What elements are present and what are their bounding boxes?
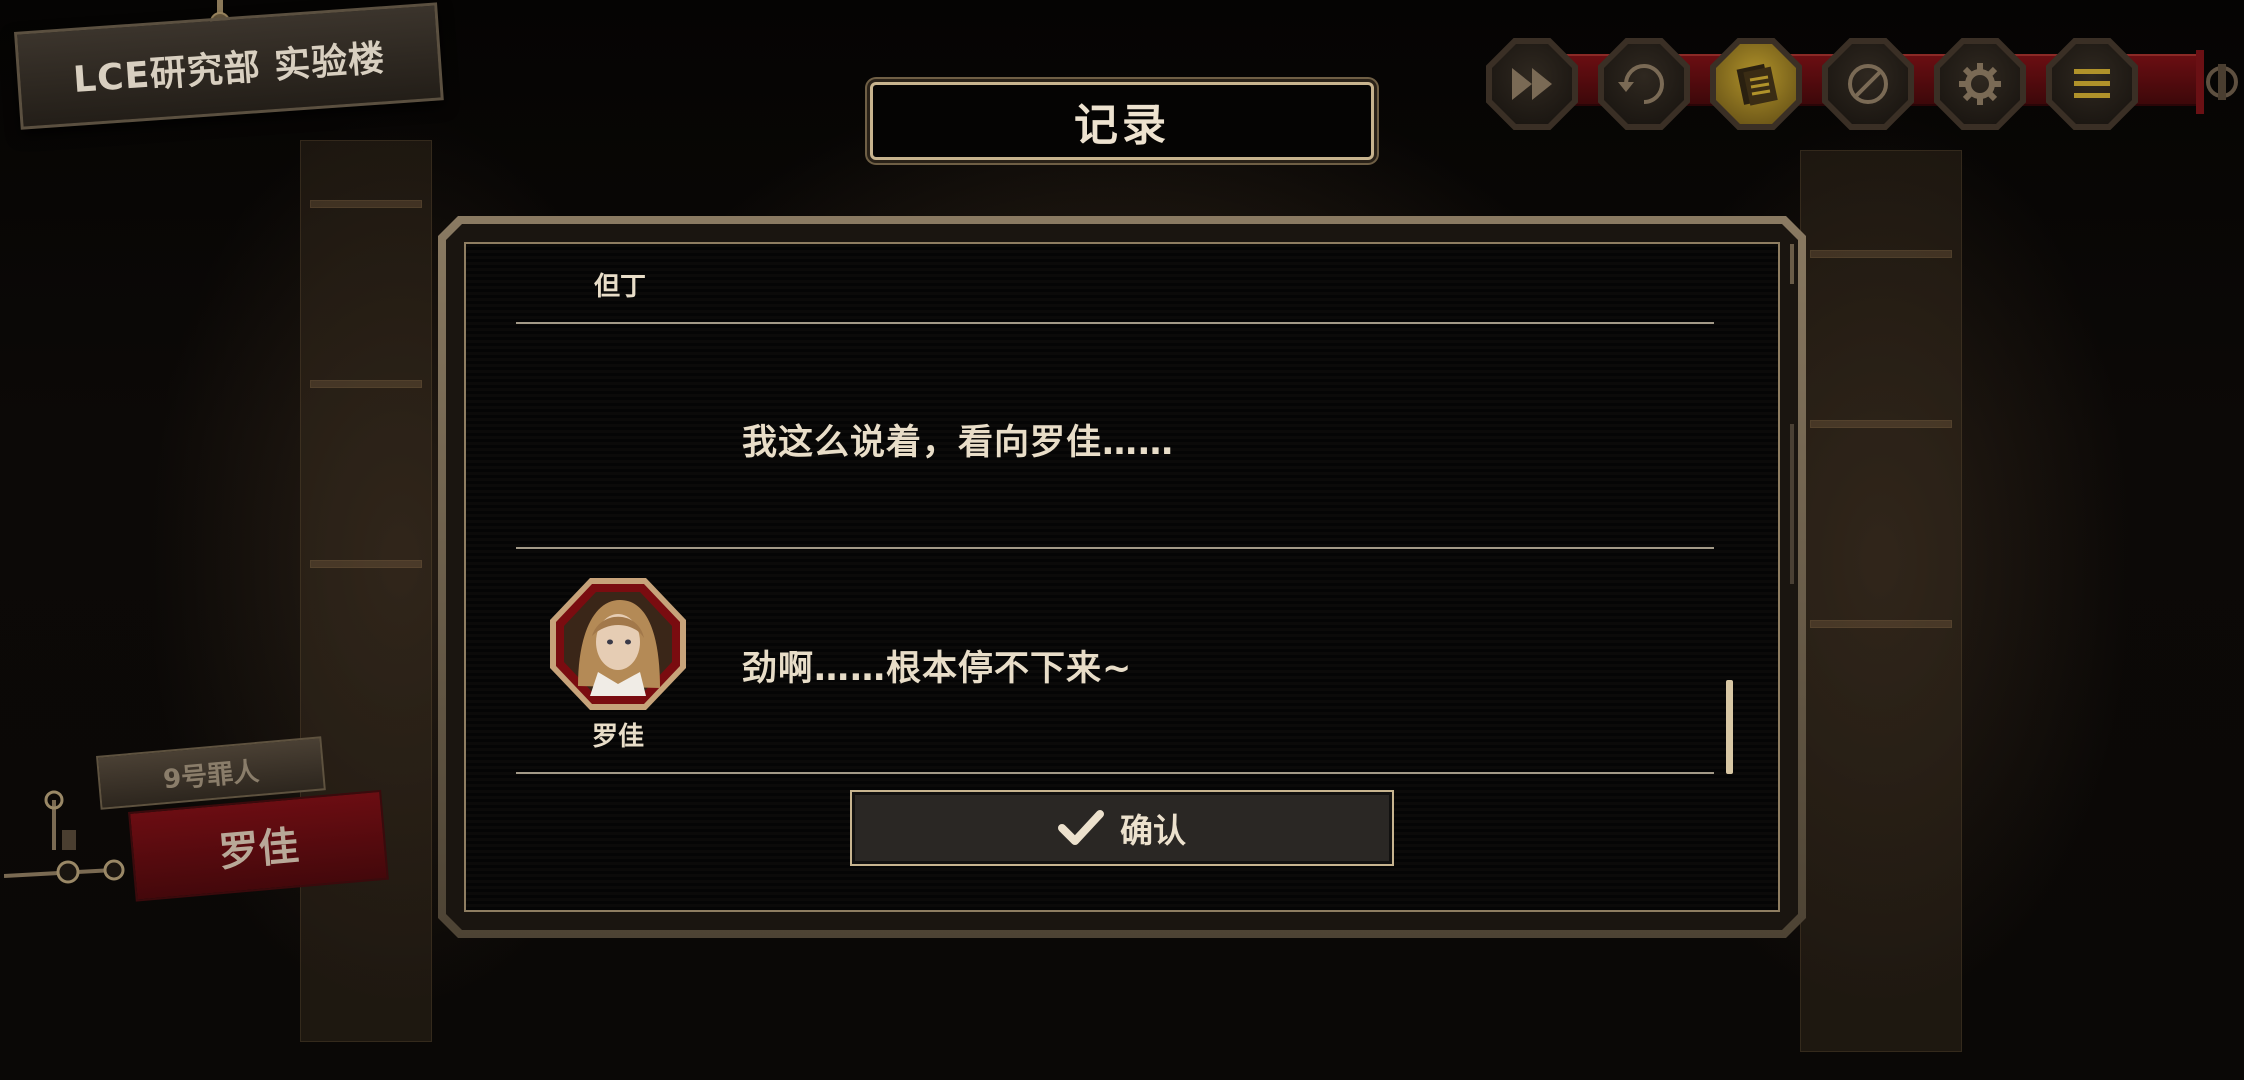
entry-divider [516,547,1714,549]
panel-side-notch-icon [1790,244,1794,584]
log-title-plate: 记录 [870,82,1374,160]
settings-button[interactable] [1934,38,2026,130]
shelf-board [310,200,422,208]
entry-divider [516,772,1714,774]
log-title: 记录 [1074,100,1170,151]
log-entry-text: 我这么说着，看向罗佳…… [742,423,1175,463]
shelf-board [1810,420,1952,428]
confirm-label: 确认 [1120,811,1186,850]
hide-ui-icon [1848,64,1888,104]
bookshelf-right [1800,150,1962,1052]
auto-play-icon [1618,64,1664,104]
log-scrollbar[interactable] [1726,680,1733,774]
fast-forward-button[interactable] [1486,38,1578,130]
shelf-board [1810,620,1952,628]
bookshelf-left [300,140,432,1042]
gear-icon [1959,63,2001,105]
rodion-portrait-icon [550,578,686,710]
log-document-icon [1736,63,1778,106]
hide-ui-button[interactable] [1822,38,1914,130]
menu-button[interactable] [2046,38,2138,130]
menu-icon [2074,69,2110,98]
fast-forward-icon [1512,68,1552,100]
character-subtitle: 9号罪人 [161,756,261,795]
shelf-board [310,380,422,388]
auto-play-button[interactable] [1598,38,1690,130]
toolbar-end-cap-icon [2196,50,2238,114]
log-entry-text: 劲啊……根本停不下来~ [742,649,1133,689]
shelf-board [310,560,422,568]
character-name: 罗佳 [216,823,301,877]
checkmark-icon [1058,810,1104,845]
log-button[interactable] [1710,38,1802,130]
location-label: LCE研究部 实验楼 [71,38,387,101]
log-entry-speaker: 但丁 [593,272,646,302]
shelf-board [1810,250,1952,258]
confirm-button[interactable]: 确认 [850,790,1394,866]
log-entry-speaker: 罗佳 [591,722,644,752]
entry-divider [516,322,1714,324]
